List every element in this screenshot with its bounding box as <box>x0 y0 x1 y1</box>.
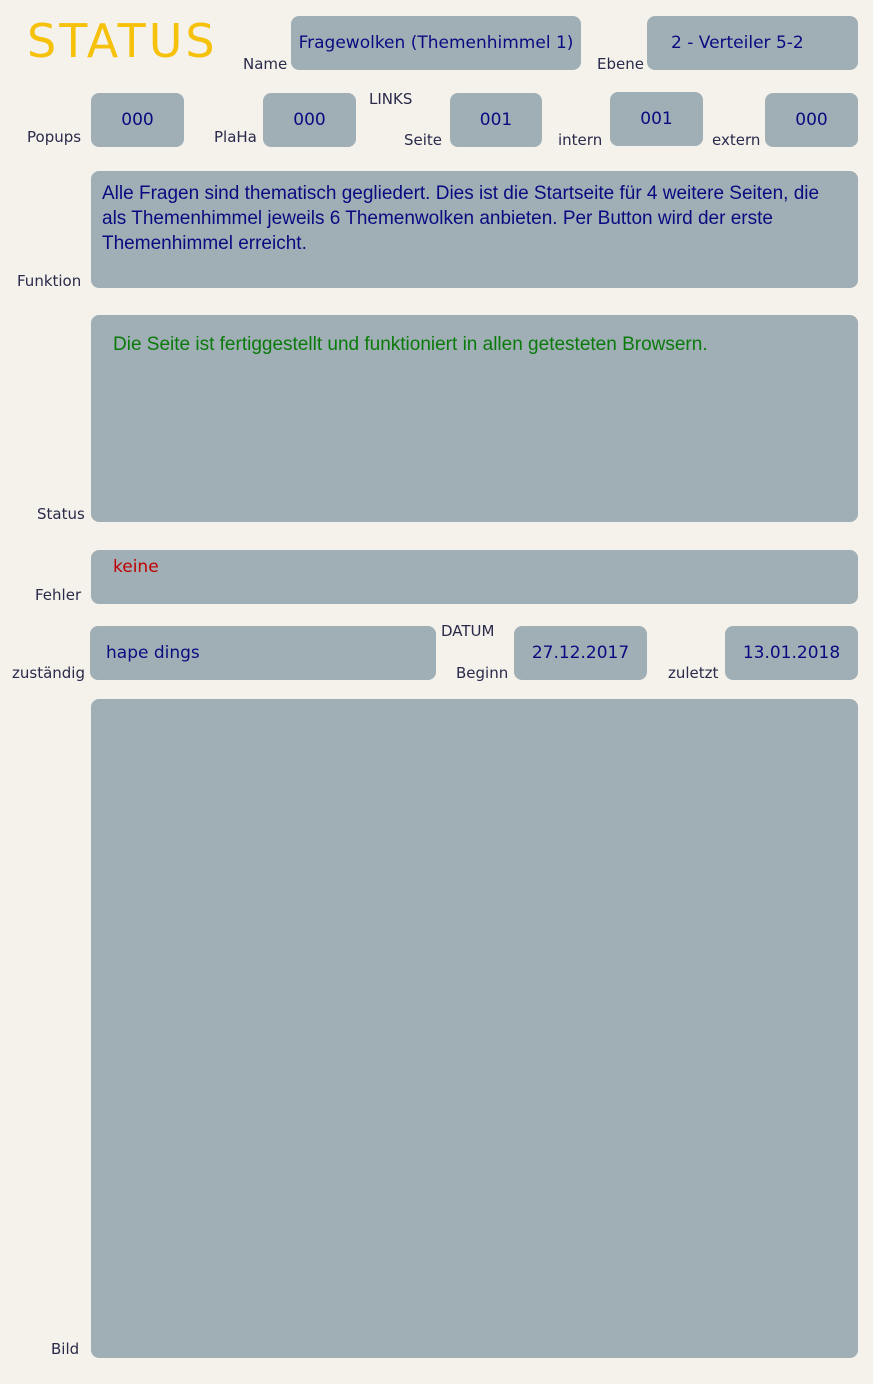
zuletzt-field[interactable]: 13.01.2018 <box>725 626 858 680</box>
status-field[interactable]: Die Seite ist fertiggestellt und funktio… <box>91 315 858 522</box>
bild-label: Bild <box>51 1340 80 1358</box>
bild-area <box>91 699 858 1358</box>
intern-field[interactable]: 001 <box>610 92 703 146</box>
name-field[interactable]: Fragewolken (Themenhimmel 1) <box>291 16 581 70</box>
funktion-field[interactable]: Alle Fragen sind thematisch gegliedert. … <box>91 171 858 288</box>
extern-label: extern <box>712 131 761 149</box>
popups-value: 000 <box>121 110 154 130</box>
page-title: STATUS <box>27 14 218 68</box>
status-label: Status <box>37 505 85 523</box>
plaha-label: PlaHa <box>214 128 257 146</box>
plaha-field[interactable]: 000 <box>263 93 356 147</box>
seite-value: 001 <box>479 110 513 130</box>
funktion-label: Funktion <box>17 272 82 290</box>
beginn-value: 27.12.2017 <box>531 643 630 663</box>
name-value: Fragewolken (Themenhimmel 1) <box>298 33 574 53</box>
seite-label: Seite <box>404 131 443 149</box>
intern-value: 001 <box>640 109 673 129</box>
extern-field[interactable]: 000 <box>765 93 858 147</box>
name-label: Name <box>243 55 288 73</box>
zustaendig-label: zuständig <box>12 664 85 682</box>
zuletzt-label: zuletzt <box>668 664 719 682</box>
ebene-field[interactable]: 2 - Verteiler 5-2 <box>647 16 858 70</box>
intern-label: intern <box>558 131 603 149</box>
ebene-label: Ebene <box>597 55 644 73</box>
datum-group-label: DATUM <box>441 622 495 640</box>
popups-label: Popups <box>27 128 82 146</box>
links-group-label: LINKS <box>369 90 413 108</box>
fehler-field[interactable]: keine <box>91 550 858 604</box>
seite-field[interactable]: 001 <box>450 93 542 147</box>
fehler-value: keine <box>113 557 159 577</box>
extern-value: 000 <box>795 110 828 130</box>
funktion-value: Alle Fragen sind thematisch gegliedert. … <box>102 183 820 254</box>
zuletzt-value: 13.01.2018 <box>742 643 841 663</box>
status-value: Die Seite ist fertiggestellt und funktio… <box>113 334 708 355</box>
zustaendig-value: hape dings <box>106 643 200 663</box>
fehler-label: Fehler <box>35 586 82 604</box>
popups-field[interactable]: 000 <box>91 93 184 147</box>
beginn-field[interactable]: 27.12.2017 <box>514 626 647 680</box>
zustaendig-field[interactable]: hape dings <box>90 626 436 680</box>
plaha-value: 000 <box>293 110 326 130</box>
beginn-label: Beginn <box>456 664 509 682</box>
ebene-value: 2 - Verteiler 5-2 <box>671 33 804 53</box>
